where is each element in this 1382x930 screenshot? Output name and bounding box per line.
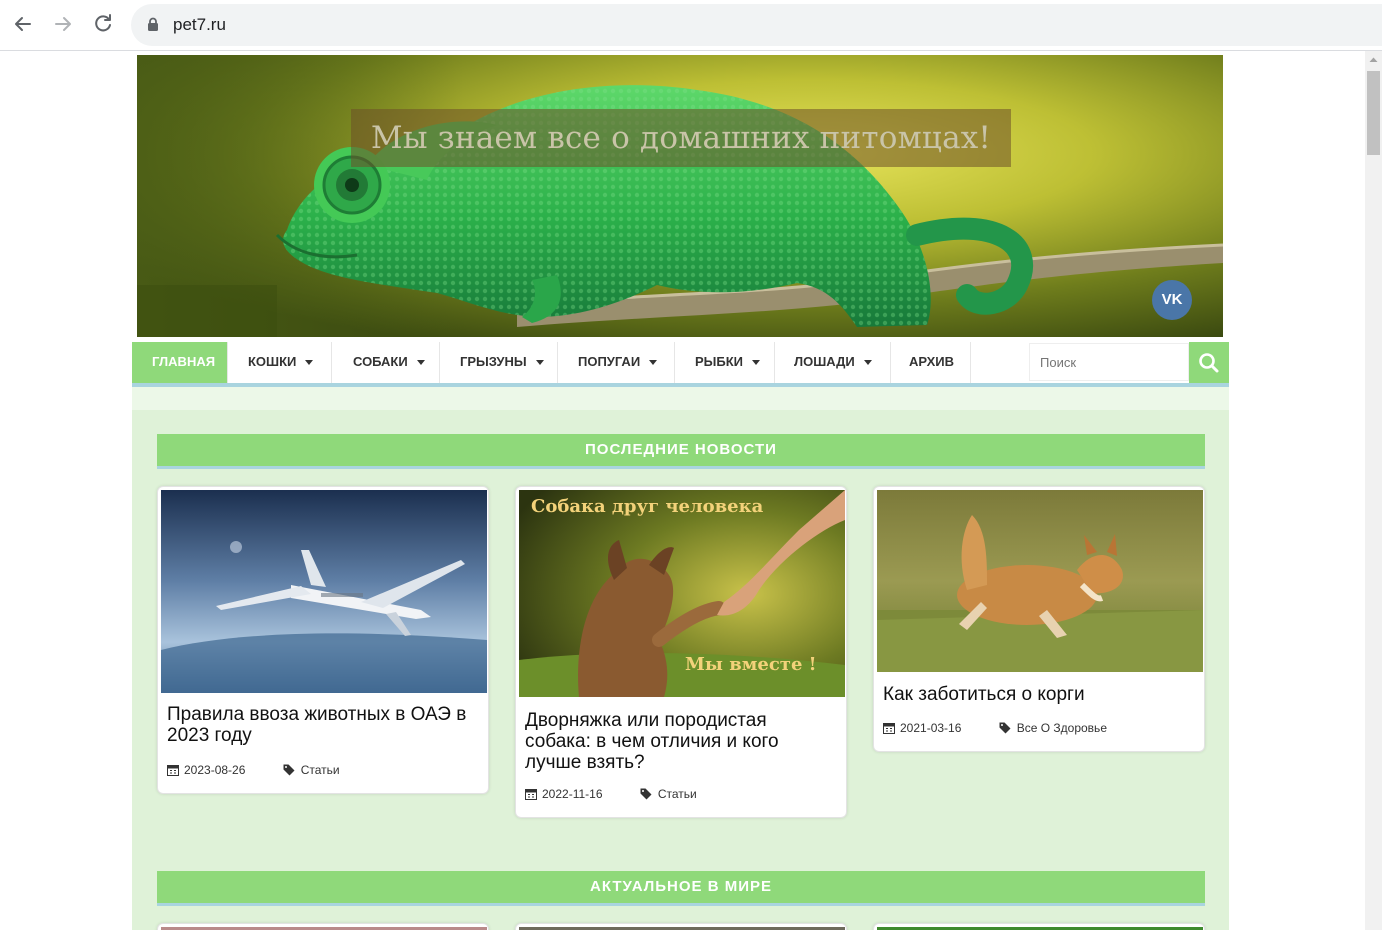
- card-meta: 2023-08-26 Статьи: [167, 763, 340, 777]
- calendar-icon: [525, 789, 537, 800]
- lock-icon: [148, 17, 158, 31]
- section-title-latest-news: ПОСЛЕДНИЕ НОВОСТИ: [157, 434, 1205, 469]
- caret-down-icon: [416, 360, 425, 366]
- caret-down-icon: [863, 360, 872, 366]
- menu-item-parrots[interactable]: Попугаи: [559, 342, 675, 383]
- menu-item-fish[interactable]: Рыбки: [676, 342, 775, 383]
- header-banner: Мы знаем все о домашних питомцах! VK: [137, 55, 1223, 337]
- back-button[interactable]: [9, 10, 37, 38]
- caret-down-icon: [535, 360, 544, 366]
- address-bar[interactable]: pet7.ru: [131, 4, 1382, 46]
- card-title[interactable]: Правила ввоза животных в ОАЭ в 2023 году: [167, 704, 477, 746]
- tags-icon: [283, 764, 295, 776]
- search-button[interactable]: [1189, 342, 1229, 383]
- page-scrollbar[interactable]: [1365, 51, 1382, 930]
- card-title[interactable]: Дворняжка или породистая собака: в чем о…: [525, 710, 835, 773]
- chameleon-banner-image: [137, 55, 1223, 337]
- menu-item-home[interactable]: Главная: [132, 342, 228, 383]
- card-category[interactable]: Статьи: [658, 787, 697, 801]
- menu-item-rodents[interactable]: Грызуны: [441, 342, 558, 383]
- site-tagline: Мы знаем все о домашних питомцах!: [351, 109, 1011, 167]
- card-date: 2023-08-26: [184, 763, 246, 777]
- tags-icon: [999, 722, 1011, 734]
- card-category[interactable]: Статьи: [301, 763, 340, 777]
- card-image-airplane[interactable]: [161, 490, 487, 693]
- scrollbar-thumb[interactable]: [1367, 71, 1380, 155]
- card-date: 2021-03-16: [900, 721, 962, 735]
- url-text[interactable]: pet7.ru: [173, 15, 226, 35]
- airplane-image: [161, 490, 487, 693]
- menu-item-archive[interactable]: Архив: [892, 342, 971, 383]
- news-card[interactable]: Собака друг человека Мы вместе ! Дворняж…: [515, 486, 847, 818]
- search-input[interactable]: [1029, 343, 1189, 381]
- card-date: 2022-11-16: [542, 787, 603, 801]
- card-image-dog-hand[interactable]: Собака друг человека Мы вместе !: [519, 490, 845, 697]
- main-menu: Главная Кошки Собаки Грызуны Попугаи Рыб…: [132, 342, 1229, 387]
- news-card[interactable]: [515, 923, 847, 930]
- news-card[interactable]: Правила ввоза животных в ОАЭ в 2023 году…: [157, 486, 489, 794]
- site-header: Мы знаем все о домашних питомцах! VK: [132, 51, 1229, 342]
- arrow-left-icon: [15, 17, 31, 31]
- forward-button[interactable]: [49, 10, 77, 38]
- scroll-up-arrow-icon[interactable]: [1365, 51, 1382, 68]
- news-card[interactable]: [157, 923, 489, 930]
- menu-item-horses[interactable]: Лошади: [776, 342, 891, 383]
- news-card[interactable]: [873, 923, 1205, 930]
- corgi-image: [877, 490, 1203, 672]
- reload-icon: [95, 14, 111, 32]
- card-meta: 2022-11-16 Статьи: [525, 787, 697, 801]
- reload-button[interactable]: [89, 10, 117, 38]
- browser-toolbar: pet7.ru: [0, 0, 1382, 51]
- card-meta: 2021-03-16 Все О Здоровье: [883, 721, 1107, 735]
- card-title[interactable]: Как заботиться о корги: [883, 684, 1193, 705]
- section-title-world-news: АКТУАЛЬНОЕ В МИРЕ: [157, 871, 1205, 906]
- image-caption-top: Собака друг человека: [531, 496, 764, 517]
- caret-down-icon: [305, 360, 314, 366]
- arrow-right-icon: [55, 17, 71, 31]
- news-card[interactable]: Как заботиться о корги 2021-03-16 Все О …: [873, 486, 1205, 752]
- menu-item-cats[interactable]: Кошки: [229, 342, 332, 383]
- page: Мы знаем все о домашних питомцах! VK Гла…: [132, 51, 1229, 930]
- caret-down-icon: [649, 360, 658, 366]
- menu-subbar: [132, 387, 1229, 410]
- image-caption-bottom: Мы вместе !: [685, 654, 817, 675]
- tags-icon: [640, 788, 652, 800]
- menu-item-dogs[interactable]: Собаки: [333, 342, 440, 383]
- search-icon: [1199, 353, 1219, 373]
- caret-down-icon: [752, 360, 761, 366]
- calendar-icon: [167, 765, 179, 776]
- calendar-icon: [883, 723, 895, 734]
- card-category[interactable]: Все О Здоровье: [1017, 721, 1107, 735]
- vk-social-button[interactable]: VK: [1152, 280, 1192, 320]
- card-image-corgi[interactable]: [877, 490, 1203, 672]
